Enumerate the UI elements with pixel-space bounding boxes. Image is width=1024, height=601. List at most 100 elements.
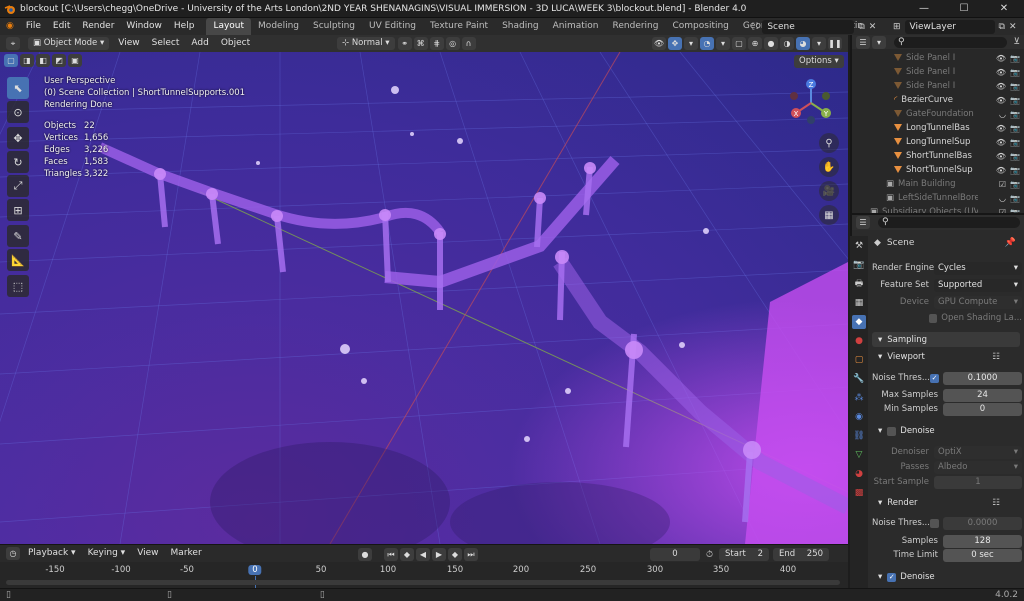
view-layer-selector[interactable]: ViewLayer <box>904 20 995 34</box>
view-layer-tab-icon[interactable]: ▦ <box>852 296 866 310</box>
viewport-menu-select[interactable]: Select <box>146 35 186 52</box>
list-item[interactable]: Side Panel I 👁 📷 <box>852 79 1024 93</box>
outliner-editor-icon[interactable]: ☰ <box>856 35 870 49</box>
device-dropdown[interactable]: GPU Compute ▾ <box>934 295 1022 309</box>
menu-help[interactable]: Help <box>168 18 201 35</box>
modifier-tab-icon[interactable]: 🔧 <box>852 372 866 386</box>
timeline-scrollbar[interactable] <box>6 580 840 585</box>
timeline-menu-keying[interactable]: Keying ▾ <box>82 545 132 562</box>
pan-hand-icon[interactable]: ✋ <box>819 157 839 177</box>
tab-compositing[interactable]: Compositing <box>665 18 735 35</box>
viewport-menu-object[interactable]: Object <box>215 35 256 52</box>
blender-menu-icon[interactable]: ◉ <box>0 18 20 35</box>
tab-texture-paint[interactable]: Texture Paint <box>423 18 495 35</box>
sampling-panel-header[interactable]: ▾ Sampling <box>872 332 1020 347</box>
max-samples-field[interactable]: 24 <box>943 388 1022 402</box>
data-tab-icon[interactable]: ▽ <box>852 448 866 462</box>
render-denoise-checkbox[interactable]: ✓ <box>887 572 897 582</box>
select-intersect-icon[interactable]: ▣ <box>68 54 82 67</box>
jump-key-back-icon[interactable]: ◆ <box>400 548 414 561</box>
timeline-editor-icon[interactable]: ◷ <box>6 547 20 560</box>
measure-tool-icon[interactable]: 📐 <box>7 249 29 271</box>
rotate-tool-icon[interactable]: ↻ <box>7 151 29 173</box>
camera-icon[interactable]: 📷 <box>1010 96 1020 105</box>
pivot-icon[interactable]: ⚭ <box>397 37 412 50</box>
list-item[interactable]: ShortTunnelBas 👁 📷 <box>852 149 1024 163</box>
start-sample-field[interactable]: 1 <box>934 475 1022 489</box>
filter-icon[interactable]: ⊻ <box>1013 37 1020 47</box>
timeline-ruler[interactable]: -150 -100 -50 0 50 100 150 200 250 300 3… <box>0 562 848 588</box>
pause-render-icon[interactable]: ❚❚ <box>828 37 842 50</box>
denoiser-dropdown[interactable]: OptiX ▾ <box>934 445 1022 459</box>
minimize-button[interactable]: — <box>904 0 944 18</box>
3d-viewport[interactable]: User Perspective (0) Scene Collection | … <box>0 52 848 544</box>
select-subtract-icon[interactable]: ◧ <box>36 54 50 67</box>
list-item[interactable]: GateFoundation ◡ 📷 <box>852 107 1024 121</box>
proportional-edit-icon[interactable]: ◎ <box>445 37 460 50</box>
render-presets-icon[interactable]: ☷ <box>992 498 1000 508</box>
material-tab-icon[interactable]: ◕ <box>852 467 866 481</box>
list-item[interactable]: Side Panel I 👁 📷 <box>852 51 1024 65</box>
jump-start-icon[interactable]: ⏮ <box>384 548 398 561</box>
mode-dropdown[interactable]: ▣ Object Mode ▾ <box>28 37 110 50</box>
eye-icon[interactable]: 👁 <box>996 68 1006 77</box>
stopwatch-icon[interactable]: ⏱ <box>706 550 713 560</box>
min-samples-field[interactable]: 0 <box>943 402 1022 416</box>
cursor-tool-icon[interactable]: ⊙ <box>7 101 29 123</box>
new-view-layer-icon[interactable]: ⧉ <box>999 22 1005 32</box>
eye-hidden-icon[interactable]: ◡ <box>999 110 1006 119</box>
render-tab-icon[interactable]: 📷 <box>852 258 866 272</box>
menu-render[interactable]: Render <box>76 18 120 35</box>
close-button[interactable]: ✕ <box>984 0 1024 18</box>
eye-icon[interactable]: 👁 <box>996 82 1006 91</box>
denoise-subpanel-header[interactable]: ▾ Denoise <box>878 424 1018 438</box>
visibility-icon[interactable]: 👁 <box>652 37 666 50</box>
physics-tab-icon[interactable]: ◉ <box>852 410 866 424</box>
start-frame-field[interactable]: Start 2 <box>719 548 770 561</box>
render-noise-checkbox[interactable] <box>930 518 939 528</box>
menu-file[interactable]: File <box>20 18 47 35</box>
playhead[interactable]: 0 <box>248 565 262 575</box>
tool-tab-icon[interactable]: ⚒ <box>852 239 866 253</box>
editor-type-icon[interactable]: ⌖ <box>6 37 20 50</box>
scene-tab-icon[interactable]: ◆ <box>852 315 866 329</box>
render-denoise-subpanel-header[interactable]: ▾ ✓ Denoise <box>878 570 1018 584</box>
render-noise-field[interactable]: 0.0000 <box>943 516 1022 530</box>
properties-search-input[interactable]: ⚲ <box>878 217 1020 228</box>
eye-icon[interactable]: 👁 <box>996 138 1006 147</box>
camera-icon[interactable]: 📷 <box>1010 110 1020 119</box>
tab-modeling[interactable]: Modeling <box>251 18 306 35</box>
jump-key-forward-icon[interactable]: ◆ <box>448 548 462 561</box>
new-scene-icon[interactable]: ⧉ <box>858 22 864 32</box>
particles-tab-icon[interactable]: ⁂ <box>852 391 866 405</box>
select-invert-icon[interactable]: ◩ <box>52 54 66 67</box>
camera-icon[interactable]: 📷 <box>1010 180 1020 189</box>
menu-edit[interactable]: Edit <box>47 18 76 35</box>
list-item[interactable]: ShortTunnelSup 👁 📷 <box>852 163 1024 177</box>
pin-icon[interactable]: 📌 <box>1005 238 1016 248</box>
play-reverse-icon[interactable]: ◀ <box>416 548 430 561</box>
xray-icon[interactable]: ▢ <box>732 37 746 50</box>
presets-icon[interactable]: ☷ <box>992 352 1000 362</box>
camera-icon[interactable]: 📷 <box>1010 166 1020 175</box>
camera-icon[interactable]: 📷 <box>1010 138 1020 147</box>
eye-icon[interactable]: 👁 <box>996 124 1006 133</box>
list-item[interactable]: LongTunnelSup 👁 📷 <box>852 135 1024 149</box>
render-subpanel-header[interactable]: ▾ Render ☷ <box>878 496 1018 510</box>
shading-rendered-icon[interactable]: ◕ <box>796 37 810 50</box>
scene-icon[interactable]: ⛶ <box>752 22 758 32</box>
tab-shading[interactable]: Shading <box>495 18 546 35</box>
end-frame-field[interactable]: End 250 <box>773 548 830 561</box>
scene-selector[interactable]: Scene <box>762 20 855 34</box>
eye-icon[interactable]: 👁 <box>996 152 1006 161</box>
camera-icon[interactable]: 📷 <box>1010 152 1020 161</box>
eye-icon[interactable]: 👁 <box>996 166 1006 175</box>
tab-sculpting[interactable]: Sculpting <box>306 18 362 35</box>
shading-wireframe-icon[interactable]: ⊕ <box>748 37 762 50</box>
list-item[interactable]: ▣ LeftSideTunnelBore ◡ 📷 <box>852 191 1024 205</box>
checkbox-icon[interactable]: ☑ <box>999 180 1006 189</box>
add-cube-tool-icon[interactable]: ⬚ <box>7 275 29 297</box>
current-frame-field[interactable]: 0 <box>650 548 700 561</box>
display-mode-icon[interactable]: ▾ <box>872 35 886 49</box>
select-extend-icon[interactable]: ◨ <box>20 54 34 67</box>
